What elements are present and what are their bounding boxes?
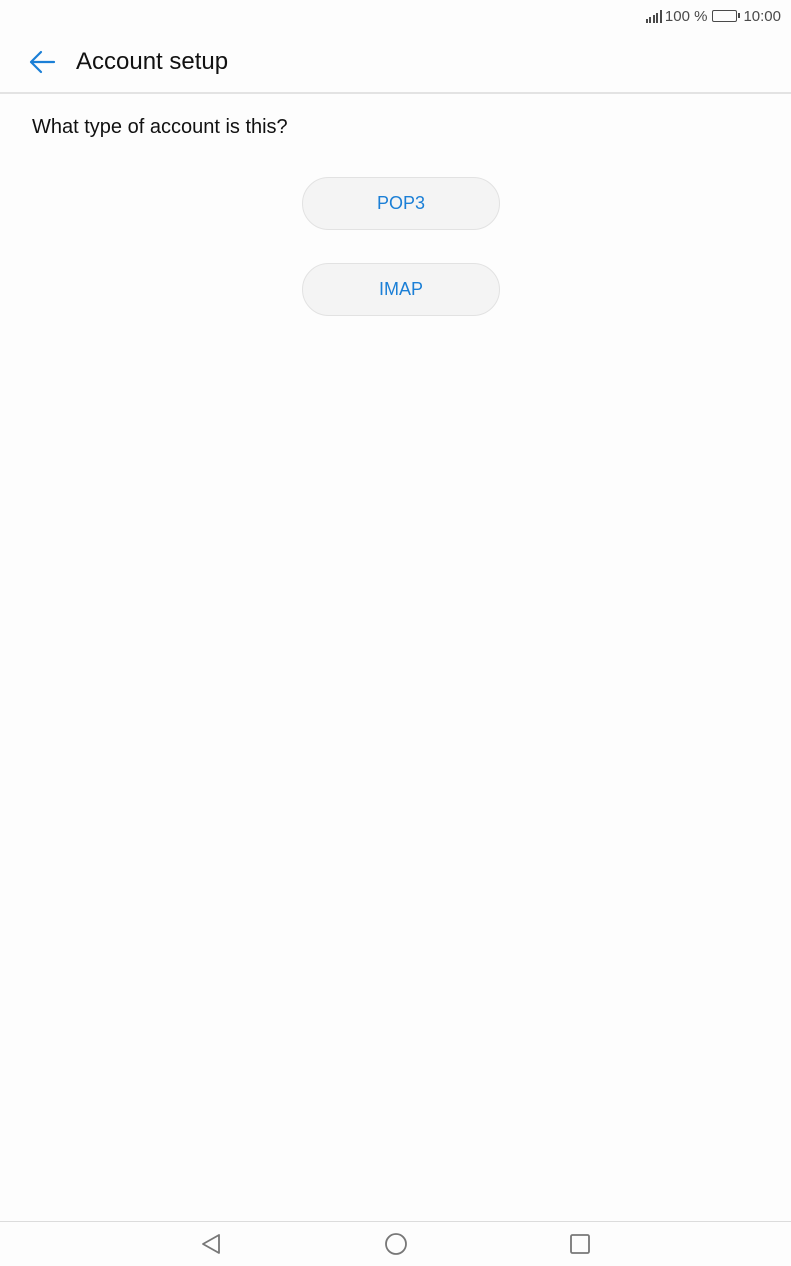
battery-percent: 100 % xyxy=(664,7,708,25)
app-bar: Account setup xyxy=(0,32,791,94)
navigation-bar xyxy=(0,1221,791,1266)
back-button[interactable] xyxy=(12,32,72,92)
page-title: Account setup xyxy=(76,48,229,75)
nav-recent-button[interactable] xyxy=(564,1228,596,1260)
status-time: 10:00 xyxy=(743,7,781,25)
nav-home-icon xyxy=(385,1233,407,1255)
battery-icon xyxy=(712,10,741,22)
nav-back-button[interactable] xyxy=(195,1228,227,1260)
imap-button[interactable]: IMAP xyxy=(302,263,500,316)
nav-home-button[interactable] xyxy=(380,1228,412,1260)
account-type-question: What type of account is this? xyxy=(32,116,288,138)
arrow-left-icon xyxy=(29,50,56,74)
status-bar: 100 % 10:00 xyxy=(0,0,791,32)
nav-back-icon xyxy=(202,1234,220,1254)
account-setup-screen: 100 % 10:00 Account setup What type of a… xyxy=(0,0,791,1266)
signal-icon xyxy=(645,9,662,23)
pop3-button[interactable]: POP3 xyxy=(302,177,500,230)
nav-recent-icon xyxy=(570,1234,590,1254)
